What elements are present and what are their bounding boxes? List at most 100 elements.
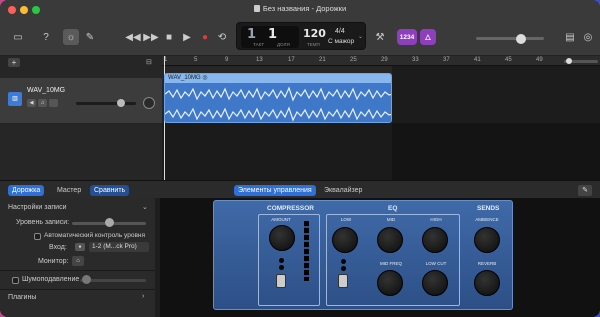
eq-led xyxy=(341,259,346,264)
lcd-tempo[interactable]: 120 xyxy=(303,27,326,40)
ruler-tick: 49 xyxy=(536,57,543,63)
compressor-led xyxy=(279,265,284,270)
pan-knob[interactable] xyxy=(143,97,155,109)
toolbar: Без названия - Дорожки ▭ ? ☼ ✎ ◀◀ ▶▶ ■ ▶… xyxy=(0,0,600,56)
noise-gate-checkbox[interactable] xyxy=(12,277,19,284)
divider xyxy=(0,270,155,271)
eq-low-label: LOW xyxy=(340,217,352,222)
lcd-tempo-label: ТЕМП xyxy=(307,42,320,47)
audio-track-icon: ▥ xyxy=(8,92,22,106)
inspector-icon[interactable]: ✎ xyxy=(578,185,592,196)
solo-headphones-icon[interactable]: ♫ xyxy=(38,99,47,107)
compressor-title: COMPRESSOR xyxy=(267,205,314,212)
mute-button[interactable]: ◀ xyxy=(27,99,36,107)
ruler-tick: 37 xyxy=(443,57,450,63)
add-track-button[interactable]: + xyxy=(8,58,20,67)
ambience-label: AMBIENCE xyxy=(475,217,499,222)
lcd-beat-label: ДОЛЯ xyxy=(277,42,290,47)
eq-mid-freq-label: MID FREQ xyxy=(380,261,402,266)
lcd-bar-label: ТАКТ xyxy=(253,42,264,47)
tab-track[interactable]: Дорожка xyxy=(8,185,45,196)
count-in-button[interactable]: 1234 xyxy=(397,29,417,45)
eq-switch[interactable] xyxy=(338,274,348,288)
record-level-knob[interactable] xyxy=(105,218,114,227)
input-source-icon[interactable]: ● xyxy=(75,243,85,251)
track-name[interactable]: WAV_10MG xyxy=(27,87,65,94)
rewind-icon[interactable]: ◀◀ xyxy=(125,29,141,45)
track-row[interactable]: ▥ WAV_10MG ◀ ♫ xyxy=(0,78,162,124)
notepad-icon[interactable]: ▤ xyxy=(562,29,578,45)
reverb-knob[interactable] xyxy=(474,270,500,296)
ruler-tick: 41 xyxy=(474,57,481,63)
master-volume-knob[interactable] xyxy=(516,34,526,44)
tab-controls[interactable]: Элементы управления xyxy=(234,185,316,196)
input-label: Вход: xyxy=(49,244,67,251)
help-icon[interactable]: ? xyxy=(38,29,54,45)
region-header: WAV_10MG ◎ xyxy=(165,74,391,83)
eq-mid-knob[interactable] xyxy=(377,227,403,253)
tab-eq[interactable]: Эквалайзер xyxy=(320,185,366,196)
amount-label: AMOUNT xyxy=(271,217,291,222)
metronome-button[interactable]: △ xyxy=(420,29,436,45)
eq-low-knob[interactable] xyxy=(332,227,358,253)
document-icon xyxy=(253,5,260,12)
record-enable-button[interactable] xyxy=(49,99,58,107)
noise-gate-knob[interactable] xyxy=(82,275,91,284)
ruler-tick: 21 xyxy=(319,57,326,63)
audio-region[interactable]: WAV_10MG ◎ xyxy=(164,73,392,123)
window-title-text: Без названия - Дорожки xyxy=(262,4,347,13)
track-volume-slider[interactable] xyxy=(76,102,136,105)
input-select[interactable]: 1-2 (M...ck Pro) xyxy=(89,242,149,252)
editors-icon[interactable]: ✎ xyxy=(82,29,98,45)
ruler-tick: 45 xyxy=(505,57,512,63)
eq-low-cut-knob[interactable] xyxy=(422,270,448,296)
record-level-label: Уровень записи: xyxy=(16,219,70,226)
ruler-tick: 9 xyxy=(225,57,229,63)
region-name: WAV_10MG xyxy=(168,75,201,81)
chevron-down-icon: ⌄ xyxy=(142,204,148,211)
recording-settings-header[interactable]: Настройки записи ⌄ xyxy=(0,202,155,214)
eq-low-cut-label: LOW CUT xyxy=(425,261,447,266)
record-icon[interactable]: ● xyxy=(197,29,213,45)
tab-master[interactable]: Мастер xyxy=(53,185,85,196)
plugins-header[interactable]: Плагины › xyxy=(0,292,155,304)
master-volume-slider[interactable] xyxy=(476,37,544,40)
compressor-switch[interactable] xyxy=(276,274,286,288)
monitor-label: Монитор: xyxy=(38,258,69,265)
auto-level-label: Автоматический контроль уровня xyxy=(44,232,146,239)
ruler-tick: 17 xyxy=(288,57,295,63)
lcd-signature[interactable]: 4/4 xyxy=(335,28,345,35)
lcd-key[interactable]: С мажор xyxy=(328,38,354,45)
lcd-chevron-icon[interactable]: ⌄ xyxy=(358,33,363,40)
timeline-ruler[interactable]: 1 5 9 13 17 21 25 29 33 37 41 45 49 xyxy=(162,56,600,66)
auto-level-checkbox[interactable] xyxy=(34,233,41,240)
loop-icon: ◎ xyxy=(202,75,208,81)
play-icon[interactable]: ▶ xyxy=(179,29,195,45)
track-volume-knob[interactable] xyxy=(117,99,125,107)
library-icon[interactable]: ▭ xyxy=(10,29,26,45)
reverb-label: REVERB xyxy=(477,261,497,266)
window-title: Без названия - Дорожки xyxy=(0,4,600,13)
eq-high-knob[interactable] xyxy=(422,227,448,253)
eq-led xyxy=(341,266,346,271)
amount-knob[interactable] xyxy=(269,225,295,251)
monitor-button[interactable]: ⌂ xyxy=(72,256,84,266)
eq-high-label: HIGH xyxy=(430,217,442,222)
eq-title: EQ xyxy=(388,205,398,212)
zoom-slider-knob[interactable] xyxy=(566,58,572,64)
compare-button[interactable]: Сравнить xyxy=(90,185,130,196)
channel-strip-controls: COMPRESSOR EQ SENDS AMOUNT LOW MID HIGH … xyxy=(213,200,513,310)
cycle-icon[interactable]: ⟲ xyxy=(214,29,230,45)
smart-controls-icon[interactable]: ☼ xyxy=(63,29,79,45)
plugins-label: Плагины xyxy=(8,294,37,301)
lcd-bar: 1 xyxy=(247,27,257,42)
ambience-knob[interactable] xyxy=(474,227,500,253)
lcd-display[interactable]: 1 1 ТАКТ ДОЛЯ 120 ТЕМП 4/4 С мажор ⌄ xyxy=(236,22,366,50)
catch-playhead-icon[interactable]: ⊟ xyxy=(146,58,152,66)
tuner-icon[interactable]: ⚒ xyxy=(372,29,388,45)
fast-forward-icon[interactable]: ▶▶ xyxy=(143,29,159,45)
eq-mid-freq-knob[interactable] xyxy=(377,270,403,296)
chevron-right-icon: › xyxy=(142,293,145,300)
loop-browser-icon[interactable]: ◎ xyxy=(580,29,596,45)
stop-icon[interactable]: ■ xyxy=(161,29,177,45)
